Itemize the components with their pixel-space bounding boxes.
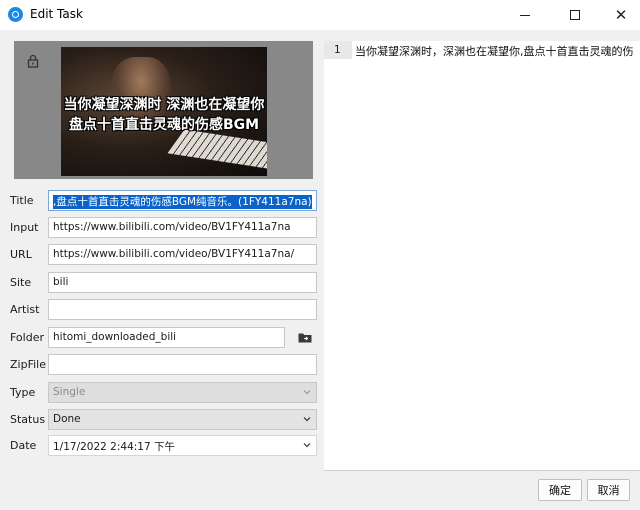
title-value: ,盘点十首直击灵魂的伤感BGM纯音乐。(1FY411a7na) [53,195,312,209]
input-label: Input [10,221,39,234]
type-label: Type [10,386,36,399]
title-field[interactable]: ,盘点十首直击灵魂的伤感BGM纯音乐。(1FY411a7na) [48,190,317,211]
artist-label: Artist [10,303,40,316]
status-value: Done [53,413,81,425]
site-field[interactable]: bili [48,272,317,293]
type-select: Single [48,382,317,403]
chevron-down-icon [303,443,311,448]
minimize-icon [520,14,530,16]
window-title: Edit Task [30,7,83,21]
url-field[interactable]: https://www.bilibili.com/video/BV1FY411a… [48,244,317,265]
type-value: Single [53,386,86,398]
date-picker[interactable]: 1/17/2022 2:44:17 下午 [48,435,317,456]
folder-label: Folder [10,331,44,344]
thumbnail-panel: 当你凝望深渊时 深渊也在凝望你 盘点十首直击灵魂的伤感BGM [14,41,313,179]
close-icon: ✕ [614,5,628,24]
editor-divider [324,470,640,471]
minimize-button[interactable] [502,0,548,30]
zipfile-label: ZipFile [10,358,46,371]
thumbnail-image: 当你凝望深渊时 深渊也在凝望你 盘点十首直击灵魂的伤感BGM [61,47,267,176]
status-label: Status [10,413,46,426]
zipfile-field[interactable] [48,354,317,375]
thumbnail-caption-line2: 盘点十首直击灵魂的伤感BGM [68,117,260,133]
lock-icon[interactable] [27,54,39,68]
cancel-button[interactable]: 取消 [587,479,630,501]
line-number: 1 [334,44,341,56]
chevron-down-icon [303,390,311,395]
maximize-icon [570,10,580,20]
app-icon [8,7,23,22]
ok-button[interactable]: 确定 [538,479,582,501]
title-label: Title [10,194,34,207]
artist-field[interactable] [48,299,317,320]
url-label: URL [10,248,32,261]
folder-icon [298,333,311,343]
close-button[interactable]: ✕ [598,0,640,30]
input-field[interactable]: https://www.bilibili.com/video/BV1FY411a… [48,217,317,238]
text-editor[interactable]: 1 当你凝望深渊时，深渊也在凝望你,盘点十首直击灵魂的伤 [324,41,640,470]
editor-line: 当你凝望深渊时，深渊也在凝望你,盘点十首直击灵魂的伤 [355,45,634,58]
piano-keys [167,129,267,169]
thumbnail-caption-line1: 当你凝望深渊时 深渊也在凝望你 [63,97,265,113]
status-select[interactable]: Done [48,409,317,430]
title-bar: Edit Task ✕ [0,0,640,30]
browse-folder-button[interactable] [292,327,317,348]
folder-field[interactable]: hitomi_downloaded_bili [48,327,285,348]
maximize-button[interactable] [552,0,598,30]
date-value: 1/17/2022 2:44:17 下午 [53,441,175,453]
chevron-down-icon [303,417,311,422]
date-label: Date [10,439,37,452]
site-label: Site [10,276,32,289]
